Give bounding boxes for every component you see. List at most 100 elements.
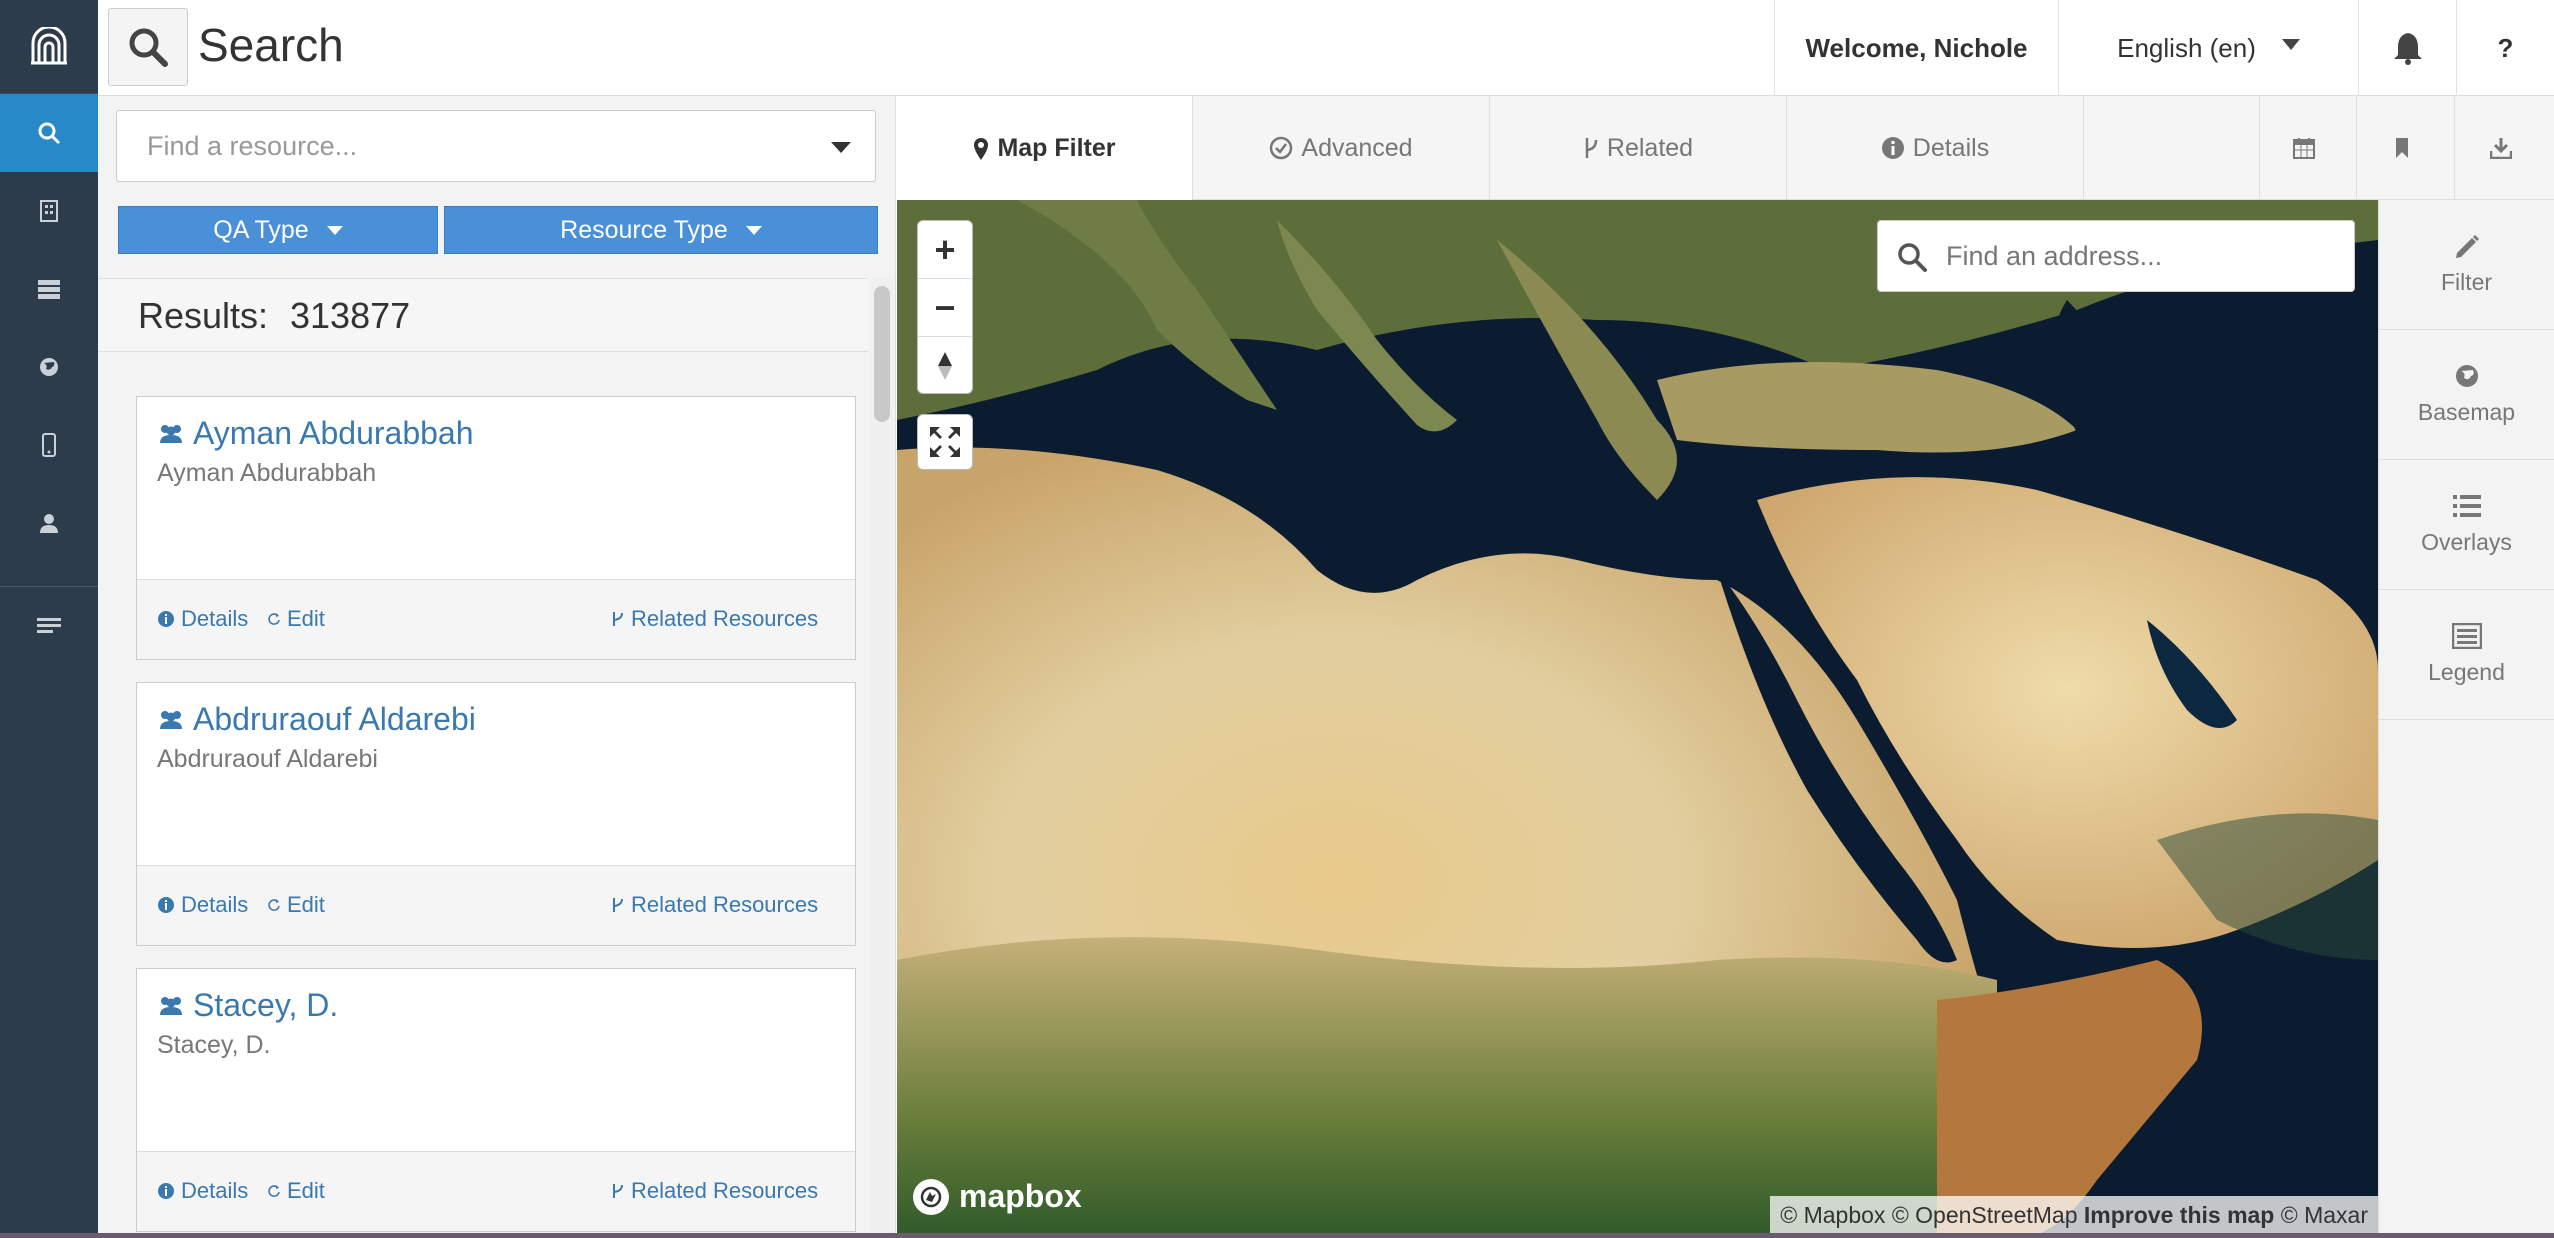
page-title: Search	[198, 19, 344, 71]
nav-resource-manager[interactable]	[0, 172, 98, 250]
tab-label: Advanced	[1301, 133, 1413, 162]
caret-down-icon	[326, 225, 343, 235]
attribution-osm-link[interactable]: © OpenStreetMap	[1892, 1202, 2078, 1228]
tool-filter[interactable]: Filter	[2379, 200, 2554, 330]
results-header: Results: 313877	[98, 278, 868, 352]
tool-label: Legend	[2428, 659, 2505, 685]
globe-icon	[2455, 365, 2478, 387]
qa-type-dropdown[interactable]: QA Type	[118, 206, 438, 254]
mapbox-logo[interactable]: mapbox	[913, 1178, 1082, 1215]
details-link[interactable]: Details	[157, 1178, 248, 1204]
results-scrollbar-thumb[interactable]	[874, 286, 890, 422]
language-label: English (en)	[2117, 32, 2256, 63]
branch-icon	[613, 1184, 623, 1198]
related-resources-link[interactable]: Related Resources	[611, 1178, 818, 1204]
group-icon	[160, 424, 182, 443]
export-button[interactable]	[2455, 96, 2554, 200]
edit-link[interactable]: Edit	[267, 892, 325, 918]
tool-overlays[interactable]: Overlays	[2379, 460, 2554, 590]
left-nav-rail	[0, 0, 98, 1238]
group-icon	[160, 710, 182, 729]
nav-menu[interactable]	[0, 587, 98, 665]
result-actions: Details Edit Related Resources	[137, 1151, 855, 1231]
resource-search-placeholder: Find a resource...	[147, 131, 358, 161]
time-filter-button[interactable]	[2259, 96, 2357, 200]
map-tools-panel: Filter Basemap Overlays Legend	[2378, 200, 2554, 1238]
map-marker-icon	[974, 137, 989, 160]
edit-link[interactable]: Edit	[267, 606, 325, 632]
user-icon	[40, 514, 58, 533]
tab-label: Related	[1606, 133, 1694, 162]
satellite-map[interactable]: + − Find an address... mapbox © Mapbox ©…	[897, 200, 2378, 1238]
nav-search[interactable]	[0, 94, 98, 172]
related-label: Related Resources	[631, 892, 819, 917]
tool-label: Filter	[2440, 269, 2493, 295]
notifications-button[interactable]	[2358, 0, 2456, 96]
result-subtitle: Abdruraouf Aldarebi	[157, 745, 378, 773]
app-logo[interactable]	[0, 0, 98, 94]
address-search-input[interactable]: Find an address...	[1877, 220, 2355, 292]
tool-legend[interactable]: Legend	[2379, 590, 2554, 720]
result-card: Ayman Abdurabbah Ayman Abdurabbah Detail…	[136, 396, 856, 660]
refresh-icon	[268, 613, 280, 625]
result-actions: Details Edit Related Resources	[137, 579, 855, 659]
resource-search-input[interactable]: Find a resource...	[116, 110, 876, 182]
mobile-icon	[42, 433, 56, 457]
details-label: Details	[181, 606, 249, 631]
saved-searches-button[interactable]	[2357, 96, 2455, 200]
related-label: Related Resources	[631, 606, 819, 631]
calendar-icon	[2293, 138, 2315, 159]
nav-map-layer-manager[interactable]	[0, 328, 98, 406]
fullscreen-button[interactable]	[917, 414, 973, 470]
legend-icon	[2451, 623, 2482, 649]
nav-user-profile[interactable]	[0, 484, 98, 562]
language-selector[interactable]: English (en)	[2058, 0, 2358, 96]
map-navigation-control: + −	[917, 220, 973, 394]
tab-details[interactable]: Details	[1787, 96, 2084, 200]
result-title[interactable]: Abdruraouf Aldarebi	[193, 701, 476, 738]
group-icon	[160, 996, 182, 1015]
resource-type-dropdown[interactable]: Resource Type	[444, 206, 878, 254]
zoom-in-button[interactable]: +	[918, 221, 972, 279]
result-title[interactable]: Stacey, D.	[193, 987, 338, 1024]
details-link[interactable]: Details	[157, 892, 248, 918]
zoom-out-button[interactable]: −	[918, 279, 972, 337]
edit-label: Edit	[287, 892, 325, 917]
window-bottom-edge	[0, 1233, 2554, 1238]
results-scrollbar[interactable]	[871, 278, 893, 1238]
tool-label: Overlays	[2421, 529, 2512, 555]
compass-button[interactable]	[918, 337, 972, 395]
caret-down-icon	[2281, 38, 2300, 50]
improve-map-link[interactable]: Improve this map	[2084, 1202, 2274, 1228]
list-icon	[2452, 495, 2481, 517]
related-resources-link[interactable]: Related Resources	[611, 892, 818, 918]
attribution-mapbox-link[interactable]: © Mapbox	[1780, 1202, 1885, 1228]
edit-label: Edit	[287, 1178, 325, 1203]
branch-icon	[613, 612, 623, 626]
search-toggle-button[interactable]	[108, 8, 188, 86]
tab-map-filter[interactable]: Map Filter	[897, 96, 1193, 201]
edit-link[interactable]: Edit	[267, 1178, 325, 1204]
caret-down-icon	[831, 142, 851, 153]
tool-basemap[interactable]: Basemap	[2379, 330, 2554, 460]
details-label: Details	[181, 1178, 249, 1203]
tab-related[interactable]: Related	[1490, 96, 1787, 200]
branch-icon	[613, 898, 623, 912]
details-link[interactable]: Details	[157, 606, 248, 632]
resource-type-label: Resource Type	[560, 215, 728, 244]
tab-advanced[interactable]: Advanced	[1193, 96, 1490, 200]
building-icon	[40, 200, 58, 222]
info-icon	[158, 1183, 174, 1199]
nav-mobile-projects[interactable]	[0, 406, 98, 484]
attribution-maxar-link[interactable]: © Maxar	[2281, 1202, 2368, 1228]
download-icon	[2489, 138, 2512, 159]
details-label: Details	[181, 892, 249, 917]
welcome-user[interactable]: Welcome, Nichole	[1774, 0, 2058, 96]
result-title[interactable]: Ayman Abdurabbah	[193, 415, 474, 452]
nav-arches-designer[interactable]	[0, 250, 98, 328]
tool-label: Basemap	[2417, 399, 2516, 425]
help-button[interactable]: ?	[2456, 0, 2554, 96]
search-icon	[38, 122, 61, 145]
search-icon	[129, 28, 168, 67]
related-resources-link[interactable]: Related Resources	[611, 606, 818, 632]
